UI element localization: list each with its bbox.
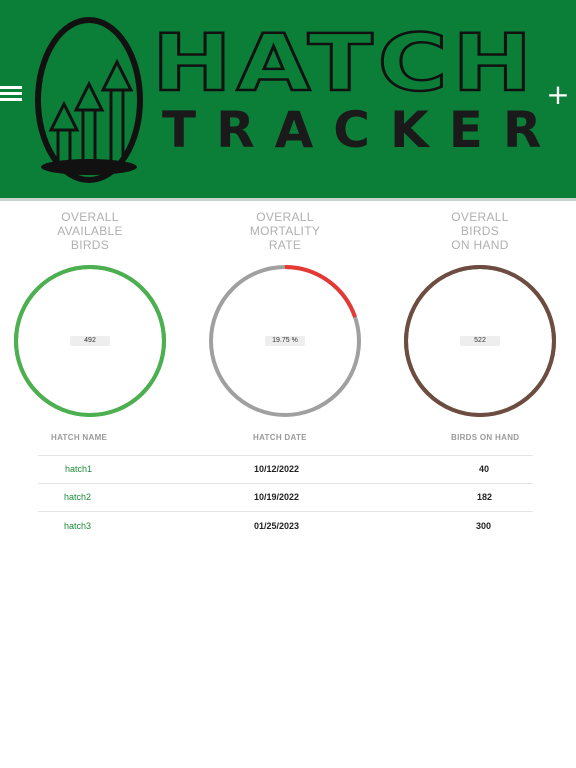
- hatch-date: 01/25/2023: [254, 521, 300, 531]
- header-divider: [0, 198, 576, 201]
- table-divider: [38, 483, 533, 484]
- add-hatch-button[interactable]: +: [545, 80, 571, 110]
- hatch-date: 10/19/2022: [254, 492, 300, 502]
- table-divider: [38, 455, 533, 456]
- mortality-rate-value: 19.75 %: [265, 336, 305, 346]
- stat-mortality-rate-label: OVERALL MORTALITY RATE: [249, 210, 321, 252]
- stat-birds-on-hand-label: OVERALL BIRDS ON HAND: [451, 210, 509, 252]
- hatch-name-link[interactable]: hatch3: [64, 521, 91, 531]
- birds-on-hand: 182: [477, 492, 493, 502]
- table-divider: [38, 511, 533, 512]
- egg-logo-icon: [35, 17, 143, 183]
- hatch-date: 10/12/2022: [254, 464, 300, 474]
- col-header-hatch-name: HATCH NAME: [51, 433, 108, 442]
- hatch-name-link[interactable]: hatch2: [64, 492, 91, 502]
- col-header-hatch-date: HATCH DATE: [253, 433, 307, 442]
- menu-icon[interactable]: [0, 86, 22, 104]
- birds-on-hand: 300: [476, 521, 492, 531]
- col-header-birds-on-hand: BIRDS ON HAND: [451, 433, 520, 442]
- hatch-name-link[interactable]: hatch1: [65, 464, 92, 474]
- birds-on-hand: 40: [479, 464, 490, 474]
- app-header: HATCH TRACKER +: [0, 0, 576, 198]
- brand-bottom-text: TRACKER: [162, 101, 562, 159]
- available-birds-value: 492: [70, 336, 110, 346]
- stat-available-birds-label: OVERALL AVAILABLE BIRDS: [57, 210, 123, 252]
- birds-on-hand-value: 522: [460, 336, 500, 346]
